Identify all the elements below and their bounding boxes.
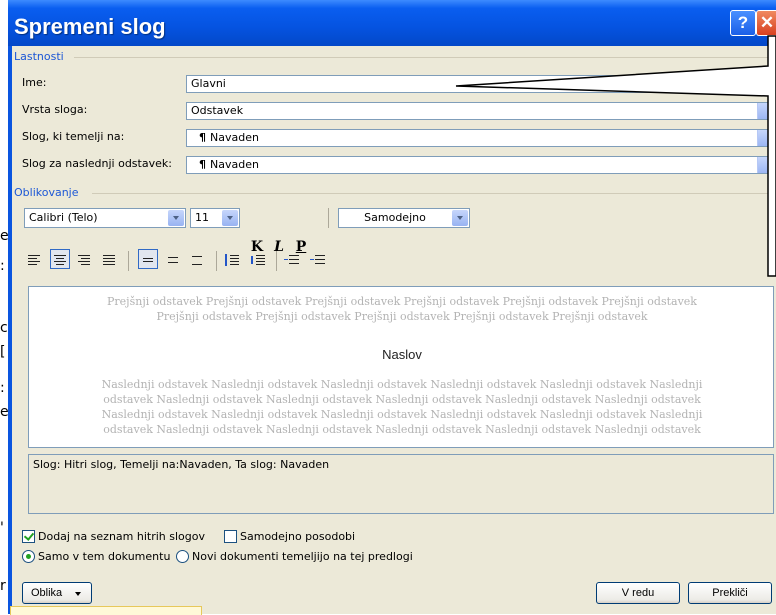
callout-shape [455, 35, 776, 277]
callout-annotation [455, 35, 776, 277]
